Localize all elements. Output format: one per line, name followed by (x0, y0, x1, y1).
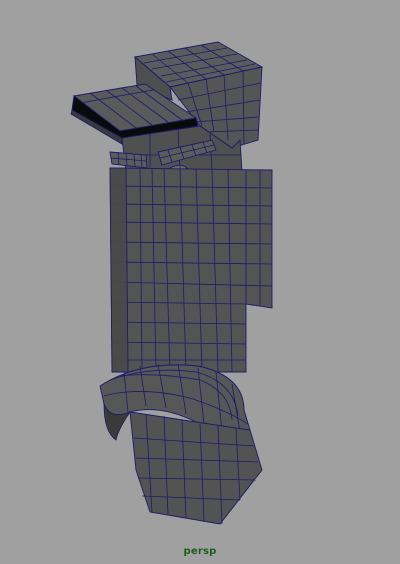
perspective-viewport[interactable]: persp (0, 0, 400, 564)
model-wireframe-scene (70, 41, 273, 525)
torso-front (109, 167, 273, 373)
torso (109, 167, 273, 373)
left-brow (109, 151, 148, 169)
camera-name-label: persp (183, 546, 217, 557)
tail-curl (99, 363, 263, 525)
